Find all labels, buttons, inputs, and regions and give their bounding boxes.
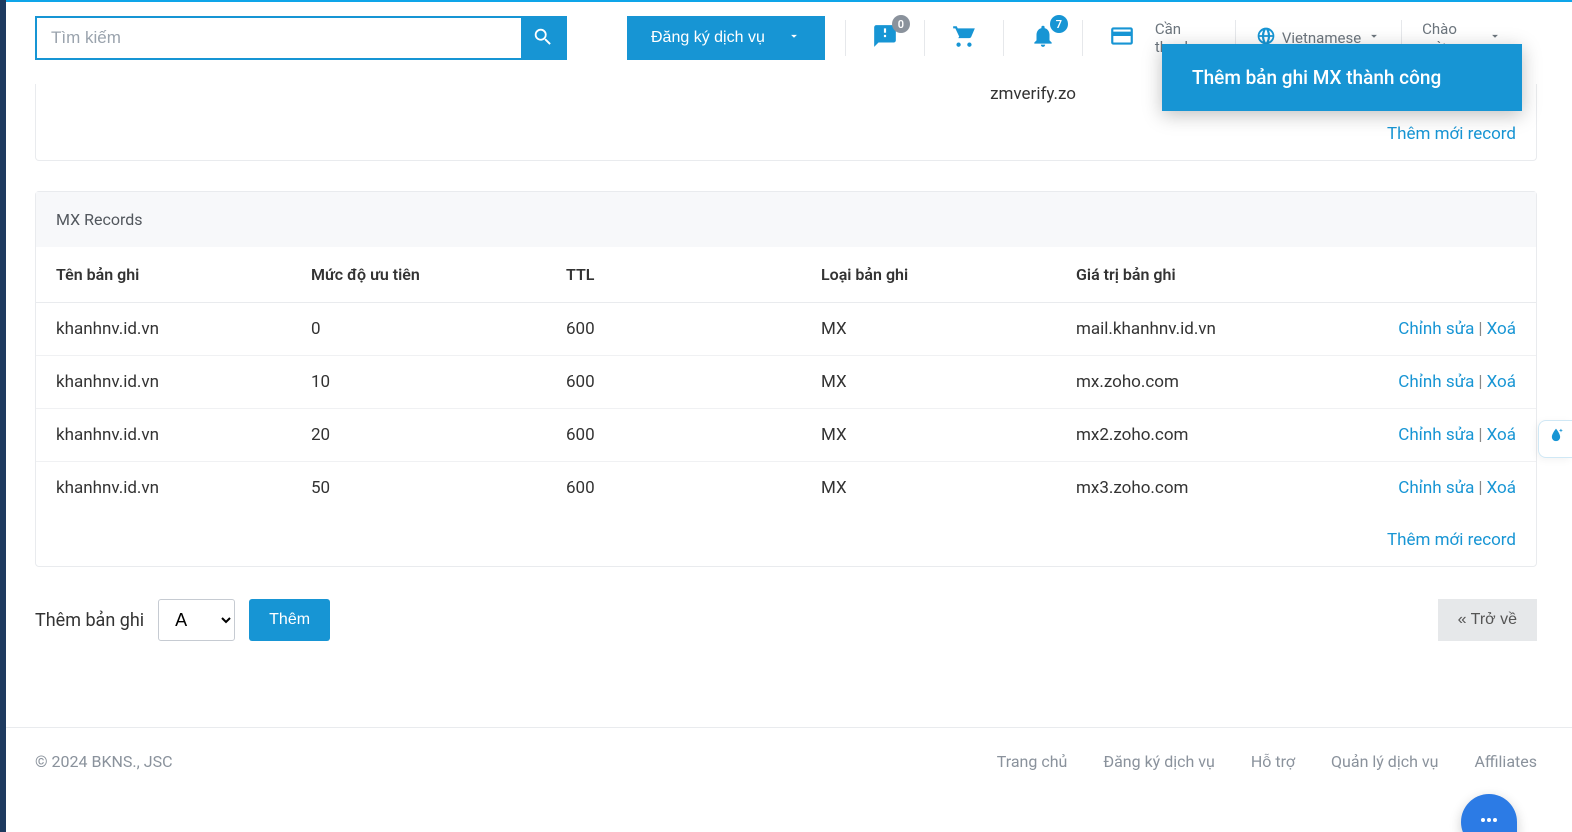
bottom-action-bar: Thêm bản ghi A Thêm « Trở về xyxy=(35,599,1537,641)
chat-dots-icon xyxy=(1477,808,1501,832)
table-row: khanhnv.id.vn0600MXmail.khanhnv.id.vnChỉ… xyxy=(36,303,1536,356)
success-toast: Thêm bản ghi MX thành công xyxy=(1162,44,1522,111)
cell-value: mx3.zoho.com xyxy=(1056,462,1356,515)
toast-message: Thêm bản ghi MX thành công xyxy=(1192,66,1441,89)
search-input[interactable] xyxy=(37,18,521,58)
header-divider xyxy=(1082,20,1083,56)
cell-actions: Chỉnh sửa|Xoá xyxy=(1356,356,1536,409)
cell-name: khanhnv.id.vn xyxy=(36,462,291,515)
add-record-form: Thêm bản ghi A Thêm xyxy=(35,599,330,641)
side-widget-button[interactable] xyxy=(1538,420,1572,458)
table-row: khanhnv.id.vn10600MXmx.zoho.comChỉnh sửa… xyxy=(36,356,1536,409)
col-type: Loại bản ghi xyxy=(801,247,1056,303)
search-wrapper xyxy=(35,16,567,60)
search-button[interactable] xyxy=(521,18,565,58)
chevron-down-icon xyxy=(787,29,801,48)
cell-ttl: 600 xyxy=(546,409,801,462)
cell-priority: 50 xyxy=(291,462,546,515)
left-nav-stripe xyxy=(0,0,6,832)
delete-link[interactable]: Xoá xyxy=(1487,425,1516,445)
payment-icon xyxy=(1109,23,1135,53)
cell-name: khanhnv.id.vn xyxy=(36,356,291,409)
col-value: Giá trị bản ghi xyxy=(1056,247,1356,303)
cart-button[interactable] xyxy=(945,19,983,57)
footer-link[interactable]: Quản lý dịch vụ xyxy=(1331,752,1438,771)
table-row: khanhnv.id.vn50600MXmx3.zoho.comChỉnh sử… xyxy=(36,462,1536,515)
previous-panel-footer: Thêm mới record xyxy=(35,108,1537,161)
chat-widget-button[interactable] xyxy=(1461,794,1517,832)
cell-value: mail.khanhnv.id.vn xyxy=(1056,303,1356,356)
record-type-select[interactable]: A xyxy=(158,599,235,641)
messages-button[interactable]: 0 xyxy=(866,19,904,57)
register-service-label: Đăng ký dịch vụ xyxy=(651,29,765,47)
header-divider xyxy=(924,20,925,56)
footer-link[interactable]: Hỗ trợ xyxy=(1251,752,1295,771)
cell-name: khanhnv.id.vn xyxy=(36,409,291,462)
cell-value: mx2.zoho.com xyxy=(1056,409,1356,462)
add-mx-record-link[interactable]: Thêm mới record xyxy=(1387,530,1516,550)
col-ttl: TTL xyxy=(546,247,801,303)
cell-actions: Chỉnh sửa|Xoá xyxy=(1356,409,1536,462)
messages-badge: 0 xyxy=(892,15,910,33)
footer-link[interactable]: Trang chủ xyxy=(997,752,1068,771)
header-divider xyxy=(1003,20,1004,56)
delete-link[interactable]: Xoá xyxy=(1487,319,1516,339)
mx-panel-title: MX Records xyxy=(36,192,1536,247)
search-icon xyxy=(532,26,554,51)
add-record-label: Thêm bản ghi xyxy=(35,610,144,631)
cell-actions: Chỉnh sửa|Xoá xyxy=(1356,303,1536,356)
edit-link[interactable]: Chỉnh sửa xyxy=(1398,478,1474,498)
cell-ttl: 600 xyxy=(546,356,801,409)
cell-actions: Chỉnh sửa|Xoá xyxy=(1356,462,1536,515)
mx-records-panel: MX Records Tên bản ghi Mức độ ưu tiên TT… xyxy=(35,191,1537,567)
cell-priority: 20 xyxy=(291,409,546,462)
cart-icon xyxy=(951,23,977,53)
page-content: zmverify.zo Thêm mới record MX Records T… xyxy=(0,74,1572,671)
footer-copyright: © 2024 BKNS., JSC xyxy=(35,752,172,771)
delete-link[interactable]: Xoá xyxy=(1487,478,1516,498)
cell-type: MX xyxy=(801,462,1056,515)
col-name: Tên bản ghi xyxy=(36,247,291,303)
cell-name: khanhnv.id.vn xyxy=(36,303,291,356)
cell-ttl: 600 xyxy=(546,303,801,356)
add-record-submit[interactable]: Thêm xyxy=(249,599,330,641)
footer-link[interactable]: Đăng ký dịch vụ xyxy=(1103,752,1215,771)
cell-type: MX xyxy=(801,409,1056,462)
cell-ttl: 600 xyxy=(546,462,801,515)
table-row: khanhnv.id.vn20600MXmx2.zoho.comChỉnh sử… xyxy=(36,409,1536,462)
notifications-button[interactable]: 7 xyxy=(1024,19,1062,57)
col-priority: Mức độ ưu tiên xyxy=(291,247,546,303)
cell-priority: 0 xyxy=(291,303,546,356)
edit-link[interactable]: Chỉnh sửa xyxy=(1398,319,1474,339)
cell-value: mx.zoho.com xyxy=(1056,356,1356,409)
edit-link[interactable]: Chỉnh sửa xyxy=(1398,425,1474,445)
footer-links: Trang chủ Đăng ký dịch vụ Hỗ trợ Quản lý dị… xyxy=(997,752,1537,771)
page-footer: © 2024 BKNS., JSC Trang chủ Đăng ký dịch … xyxy=(0,727,1572,795)
delete-link[interactable]: Xoá xyxy=(1487,372,1516,392)
record-value-truncated: zmverify.zo xyxy=(990,84,1076,104)
cell-type: MX xyxy=(801,303,1056,356)
cell-priority: 10 xyxy=(291,356,546,409)
footer-link[interactable]: Affiliates xyxy=(1474,752,1537,771)
add-record-link[interactable]: Thêm mới record xyxy=(1387,124,1516,144)
mx-panel-footer: Thêm mới record xyxy=(36,514,1536,566)
register-service-button[interactable]: Đăng ký dịch vụ xyxy=(627,16,825,60)
cell-type: MX xyxy=(801,356,1056,409)
header-divider xyxy=(845,20,846,56)
payments-button[interactable] xyxy=(1103,19,1141,57)
droplet-sparkle-icon xyxy=(1546,427,1566,451)
notifications-badge: 7 xyxy=(1050,15,1068,33)
back-button[interactable]: « Trở về xyxy=(1438,599,1537,641)
edit-link[interactable]: Chỉnh sửa xyxy=(1398,372,1474,392)
mx-records-table: Tên bản ghi Mức độ ưu tiên TTL Loại bản … xyxy=(36,247,1536,514)
